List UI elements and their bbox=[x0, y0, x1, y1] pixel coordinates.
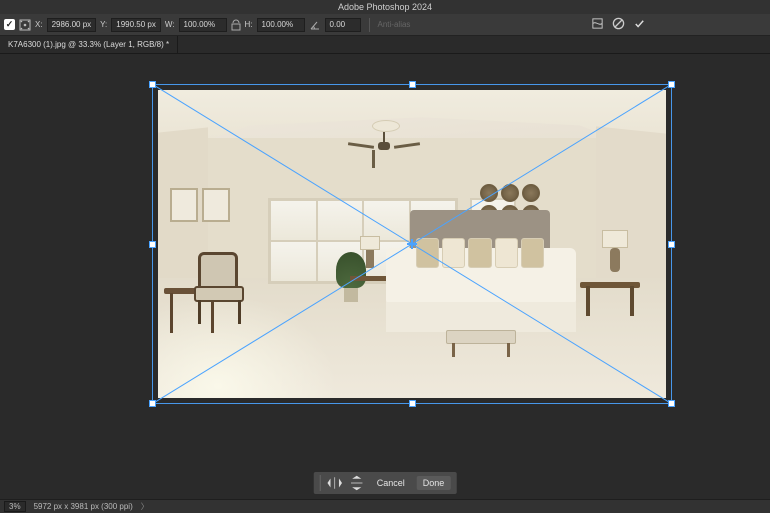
transform-handle-top-center[interactable] bbox=[409, 81, 416, 88]
w-label: W: bbox=[165, 20, 175, 29]
app-title-bar: Adobe Photoshop 2024 bbox=[0, 0, 770, 14]
status-bar: 3% 5972 px x 3981 px (300 ppi) 〉 bbox=[0, 499, 770, 513]
transform-confirm-bar: Cancel Done bbox=[313, 471, 458, 495]
zoom-level-input[interactable]: 3% bbox=[4, 501, 26, 512]
separator bbox=[369, 18, 370, 32]
reference-point-icon[interactable] bbox=[19, 19, 31, 31]
app-title: Adobe Photoshop 2024 bbox=[338, 2, 432, 12]
transform-options-bar: ✓ X: 2986.00 px Y: 1990.50 px W: 100.00%… bbox=[0, 14, 770, 36]
free-transform-bounding-box[interactable] bbox=[152, 84, 672, 404]
transform-handle-bottom-right[interactable] bbox=[668, 400, 675, 407]
transform-reference-point[interactable] bbox=[407, 239, 417, 249]
document-tab-strip: K7A6300 (1).jpg @ 33.3% (Layer 1, RGB/8)… bbox=[0, 36, 770, 54]
aspect-lock-icon[interactable] bbox=[231, 19, 241, 31]
x-label: X: bbox=[35, 20, 43, 29]
rotation-angle-input[interactable]: 0.00 bbox=[325, 18, 361, 32]
warp-mode-icon[interactable] bbox=[591, 17, 604, 32]
transform-handle-bottom-center[interactable] bbox=[409, 400, 416, 407]
y-position-input[interactable]: 1990.50 px bbox=[111, 18, 161, 32]
y-label: Y: bbox=[100, 20, 107, 29]
h-label: H: bbox=[245, 20, 253, 29]
transform-handle-left-center[interactable] bbox=[149, 241, 156, 248]
x-position-input[interactable]: 2986.00 px bbox=[47, 18, 97, 32]
flip-horizontal-icon[interactable] bbox=[327, 475, 343, 491]
transform-handle-top-right[interactable] bbox=[668, 81, 675, 88]
document-tab-title: K7A6300 (1).jpg @ 33.3% (Layer 1, RGB/8)… bbox=[8, 40, 169, 49]
status-flyout-icon[interactable]: 〉 bbox=[141, 501, 149, 512]
cancel-button[interactable]: Cancel bbox=[371, 476, 411, 490]
commit-transform-icon[interactable] bbox=[633, 17, 646, 32]
height-scale-input[interactable]: 100.00% bbox=[257, 18, 305, 32]
document-tab[interactable]: K7A6300 (1).jpg @ 33.3% (Layer 1, RGB/8)… bbox=[0, 36, 178, 53]
anti-alias-checkbox-label: Anti-alias bbox=[378, 20, 411, 29]
transform-handle-top-left[interactable] bbox=[149, 81, 156, 88]
cancel-transform-icon[interactable] bbox=[612, 17, 625, 32]
transform-handle-bottom-left[interactable] bbox=[149, 400, 156, 407]
angle-icon bbox=[309, 19, 321, 31]
reference-point-visible-checkbox[interactable]: ✓ bbox=[4, 19, 15, 30]
separator bbox=[320, 475, 321, 491]
flip-vertical-icon[interactable] bbox=[349, 475, 365, 491]
done-button[interactable]: Done bbox=[417, 476, 451, 490]
width-scale-input[interactable]: 100.00% bbox=[179, 18, 227, 32]
canvas-area[interactable]: Cancel Done bbox=[0, 54, 770, 499]
document-dimensions-label: 5972 px x 3981 px (300 ppi) bbox=[34, 502, 133, 511]
transform-handle-right-center[interactable] bbox=[668, 241, 675, 248]
